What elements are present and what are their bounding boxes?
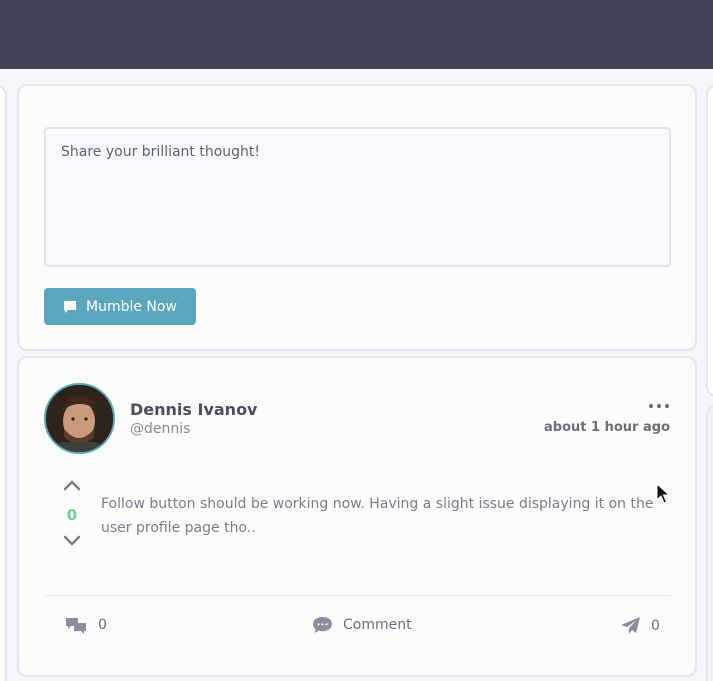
- right-sidebar-card-secondary: [706, 405, 713, 681]
- more-options-icon[interactable]: [646, 398, 672, 412]
- comments-icon: [66, 618, 86, 634]
- comment-label: Comment: [343, 617, 412, 633]
- downvote-chevron-icon[interactable]: [62, 533, 82, 549]
- post-timestamp: about 1 hour ago: [544, 420, 670, 435]
- mumble-now-button[interactable]: Mumble Now: [44, 288, 196, 325]
- mumble-textarea[interactable]: Share your brilliant thought!: [44, 127, 671, 267]
- avatar[interactable]: [44, 383, 115, 454]
- post-text: Follow button should be working now. Hav…: [101, 496, 654, 536]
- top-navbar: [0, 0, 713, 69]
- compose-card: Share your brilliant thought! Mumble Now: [17, 84, 697, 351]
- comment-button[interactable]: Comment: [312, 616, 412, 634]
- paper-plane-icon: [621, 617, 640, 634]
- footer-divider: [44, 595, 671, 596]
- mouse-cursor-icon: [656, 482, 671, 505]
- upvote-chevron-icon[interactable]: [62, 477, 82, 493]
- comments-count-button[interactable]: 0: [64, 616, 107, 634]
- mumble-now-label: Mumble Now: [86, 298, 177, 315]
- textarea-placeholder: Share your brilliant thought!: [61, 144, 261, 160]
- comments-count: 0: [98, 617, 107, 633]
- author-name[interactable]: Dennis Ivanov: [130, 400, 257, 419]
- author-handle: @dennis: [130, 421, 191, 437]
- comment-icon: [313, 617, 332, 633]
- right-sidebar-card: [706, 85, 713, 397]
- post-card: Dennis Ivanov @dennis about 1 hour ago 0…: [17, 356, 697, 677]
- vote-count: 0: [66, 506, 78, 524]
- share-button[interactable]: 0: [620, 616, 660, 636]
- left-sidebar-card: [0, 85, 7, 681]
- speech-bubble-icon: [63, 300, 77, 314]
- shares-count: 0: [651, 618, 660, 634]
